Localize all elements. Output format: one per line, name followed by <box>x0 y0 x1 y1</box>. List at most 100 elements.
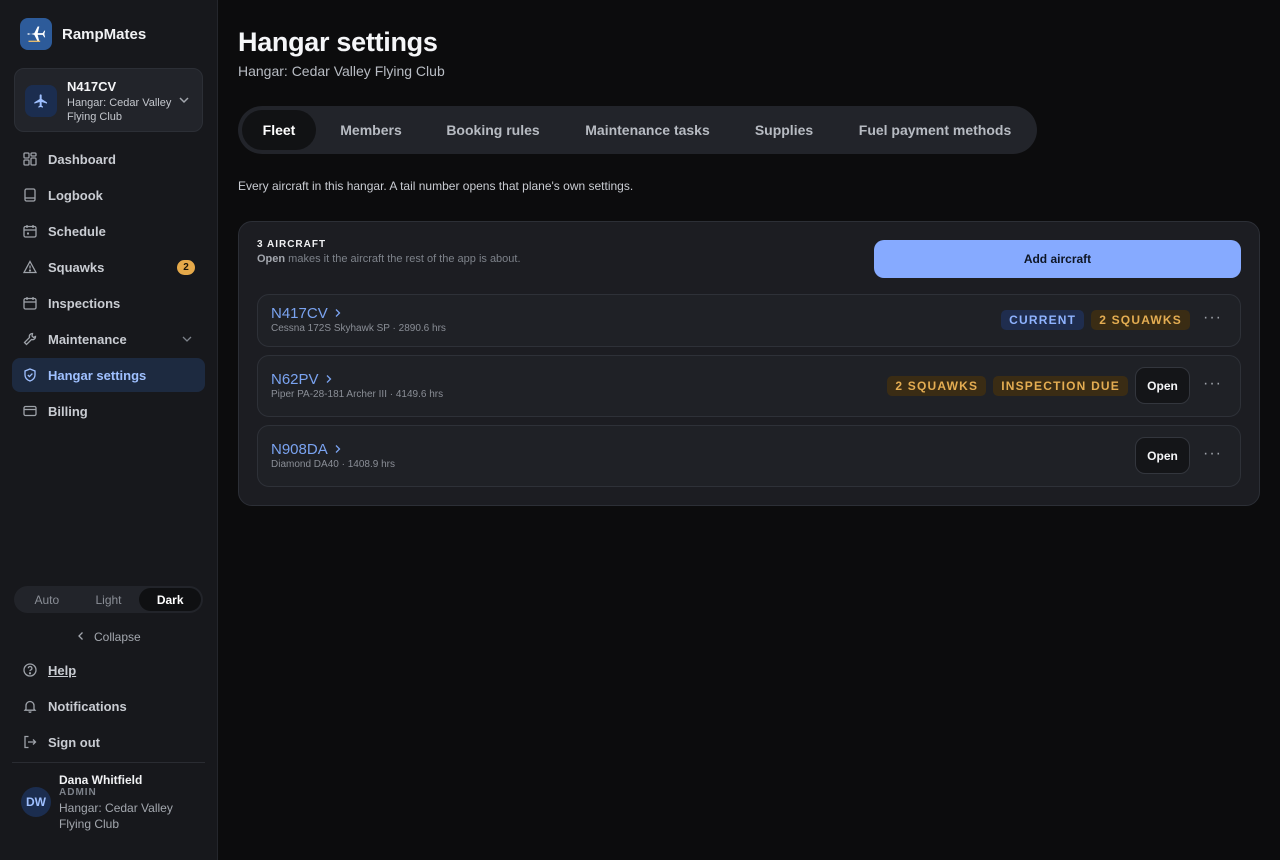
user-hangar: Hangar: Cedar Valley Flying Club <box>59 801 173 831</box>
aircraft-row: N62PV Piper PA-28-181 Archer III · 4149.… <box>257 355 1241 417</box>
aircraft-tags: 2 SQUAWKS INSPECTION DUE Open <box>887 367 1190 404</box>
open-aircraft-button[interactable]: Open <box>1135 437 1190 474</box>
nav-label: Schedule <box>48 223 106 239</box>
nav-item-dashboard[interactable]: Dashboard <box>12 142 205 176</box>
help-emphasis: Open <box>257 253 286 265</box>
help-icon <box>22 662 38 678</box>
help-rest: makes it the aircraft the rest of the ap… <box>285 253 521 265</box>
plane-icon <box>25 85 57 117</box>
aircraft-model: Piper PA-28-181 Archer III · 4149.6 hrs <box>271 389 444 400</box>
wrench-icon <box>22 331 38 347</box>
tail-number: N417CV <box>271 305 328 322</box>
calendar-icon <box>22 223 38 239</box>
chevron-right-icon <box>334 305 342 322</box>
more-options-icon[interactable]: ··· <box>1203 309 1222 327</box>
open-aircraft-button[interactable]: Open <box>1135 367 1190 404</box>
current-badge: CURRENT <box>1001 310 1085 330</box>
nav-label: Maintenance <box>48 331 127 347</box>
chevron-down-icon <box>178 93 190 111</box>
collapse-sidebar-button[interactable]: Collapse <box>76 630 141 644</box>
chevron-left-icon <box>76 630 86 644</box>
tab-supplies[interactable]: Supplies <box>735 110 833 150</box>
fleet-help-text: Open makes it the aircraft the rest of t… <box>257 253 521 265</box>
avatar[interactable]: DW <box>21 787 51 817</box>
nav-item-inspections[interactable]: Inspections <box>12 286 205 320</box>
collapse-label: Collapse <box>94 630 141 644</box>
sign-out-button[interactable]: Sign out <box>22 734 100 750</box>
nav-label: Squawks <box>48 259 105 275</box>
theme-light[interactable]: Light <box>78 588 140 611</box>
squawks-count-badge: 2 <box>177 260 195 275</box>
aircraft-tags: CURRENT 2 SQUAWKS <box>1001 310 1190 330</box>
plane-logo-icon <box>20 18 52 50</box>
nav-item-hangar-settings[interactable]: Hangar settings <box>12 358 205 392</box>
current-hangar: Hangar: Cedar Valley Flying Club <box>67 97 172 123</box>
chevron-down-icon <box>181 333 193 348</box>
squawks-badge: 2 SQUAWKS <box>887 375 987 396</box>
fleet-description: Every aircraft in this hangar. A tail nu… <box>238 179 634 193</box>
aircraft-switcher[interactable]: N417CV Hangar: Cedar Valley Flying Club <box>14 68 203 132</box>
tail-number-link[interactable]: N62PV <box>271 371 333 388</box>
more-options-icon[interactable]: ··· <box>1203 375 1222 393</box>
tail-number-link[interactable]: N908DA <box>271 441 342 458</box>
aircraft-model: Diamond DA40 · 1408.9 hrs <box>271 459 395 470</box>
card-icon <box>22 403 38 419</box>
more-options-icon[interactable]: ··· <box>1203 445 1222 463</box>
nav-item-billing[interactable]: Billing <box>12 394 205 428</box>
tab-fleet[interactable]: Fleet <box>242 110 316 150</box>
tail-number: N62PV <box>271 371 319 388</box>
tab-maintenance-tasks[interactable]: Maintenance tasks <box>560 110 735 150</box>
nav-item-logbook[interactable]: Logbook <box>12 178 205 212</box>
sidebar-divider <box>12 762 205 763</box>
nav-item-maintenance[interactable]: Maintenance <box>12 322 205 356</box>
calendar-check-icon <box>22 295 38 311</box>
add-aircraft-button[interactable]: Add aircraft <box>874 240 1241 278</box>
bell-icon <box>22 698 38 714</box>
tab-fuel-payment-methods[interactable]: Fuel payment methods <box>833 110 1037 150</box>
brand[interactable]: RampMates <box>20 18 146 50</box>
aircraft-row: N908DA Diamond DA40 · 1408.9 hrs Open ··… <box>257 425 1241 487</box>
notifications-label: Notifications <box>48 698 127 714</box>
inspection-due-badge: INSPECTION DUE <box>993 375 1128 396</box>
theme-dark[interactable]: Dark <box>139 588 202 611</box>
settings-tabs: Fleet Members Booking rules Maintenance … <box>238 106 1037 154</box>
theme-switcher: Auto Light Dark <box>14 586 203 613</box>
page-subtitle: Hangar: Cedar Valley Flying Club <box>238 63 445 79</box>
fleet-panel: 3 AIRCRAFT Open makes it the aircraft th… <box>238 221 1260 506</box>
main-nav: Dashboard Logbook Schedule Squawks 2 Ins… <box>12 142 205 430</box>
tab-members[interactable]: Members <box>316 110 426 150</box>
sidebar: RampMates N417CV Hangar: Cedar Valley Fl… <box>0 0 218 860</box>
aircraft-count: 3 AIRCRAFT <box>257 239 327 250</box>
warning-icon <box>22 259 38 275</box>
nav-item-schedule[interactable]: Schedule <box>12 214 205 248</box>
aircraft-row: N417CV Cessna 172S Skyhawk SP · 2890.6 h… <box>257 294 1241 347</box>
user-name: Dana Whitfield <box>59 773 143 787</box>
aircraft-model: Cessna 172S Skyhawk SP · 2890.6 hrs <box>271 323 446 334</box>
nav-label: Dashboard <box>48 151 116 167</box>
current-tail-number: N417CV <box>67 79 117 94</box>
notifications-link[interactable]: Notifications <box>22 698 127 714</box>
help-label: Help <box>48 662 77 678</box>
help-link[interactable]: Help <box>22 662 76 678</box>
chevron-right-icon <box>334 441 342 458</box>
user-role: ADMIN <box>59 787 97 798</box>
shield-icon <box>22 367 38 383</box>
tail-number: N908DA <box>271 441 328 458</box>
page-title: Hangar settings <box>238 27 438 57</box>
nav-label: Inspections <box>48 295 121 311</box>
aircraft-tags: Open <box>1135 437 1190 474</box>
squawks-badge: 2 SQUAWKS <box>1091 310 1190 330</box>
nav-label: Logbook <box>48 187 103 203</box>
chevron-right-icon <box>325 371 333 388</box>
nav-label: Hangar settings <box>48 367 147 383</box>
nav-item-squawks[interactable]: Squawks 2 <box>12 250 205 284</box>
tab-booking-rules[interactable]: Booking rules <box>426 110 560 150</box>
dashboard-icon <box>22 151 38 167</box>
book-icon <box>22 187 38 203</box>
theme-auto[interactable]: Auto <box>16 588 78 611</box>
nav-label: Billing <box>48 403 88 419</box>
sign-out-label: Sign out <box>48 734 100 750</box>
sign-out-icon <box>22 734 38 750</box>
tail-number-link[interactable]: N417CV <box>271 305 342 322</box>
brand-name: RampMates <box>62 25 147 43</box>
